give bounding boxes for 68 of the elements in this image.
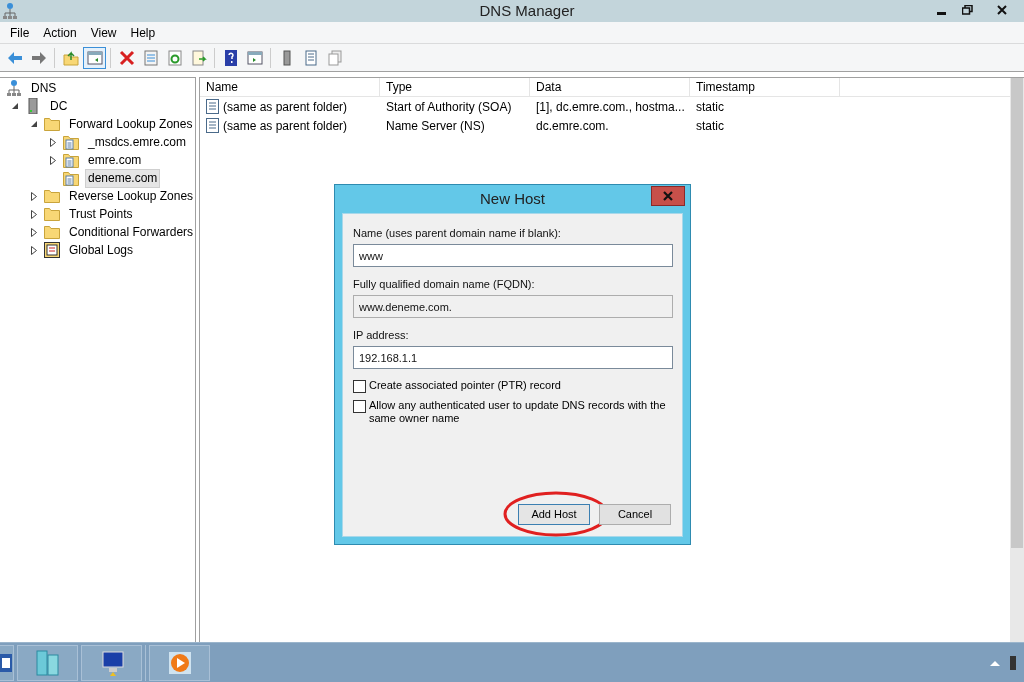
restore-icon bbox=[961, 5, 973, 15]
dialog-title: New Host bbox=[479, 188, 546, 209]
folder-icon bbox=[44, 207, 60, 221]
folder-document-icon bbox=[63, 134, 79, 150]
log-book-icon bbox=[44, 242, 60, 258]
close-icon bbox=[997, 5, 1007, 15]
expand-arrow-icon[interactable] bbox=[30, 191, 38, 201]
tree-item[interactable]: DNS bbox=[28, 78, 60, 98]
column-header[interactable]: Type bbox=[380, 78, 530, 96]
table-cell-text: [1], dc.emre.com., hostma... bbox=[536, 98, 685, 116]
table-cell-text: dc.emre.com. bbox=[536, 117, 609, 135]
column-header[interactable]: Timestamp bbox=[690, 78, 840, 96]
input-field[interactable]: www bbox=[353, 244, 673, 267]
network-icon bbox=[7, 80, 21, 96]
table-cell-text: Start of Authority (SOA) bbox=[386, 98, 512, 116]
record-icon bbox=[206, 99, 219, 114]
menu-item[interactable]: Action bbox=[37, 23, 83, 42]
table-cell-text: static bbox=[696, 98, 724, 116]
expand-arrow-icon[interactable] bbox=[30, 209, 38, 219]
expand-arrow-icon[interactable] bbox=[30, 227, 38, 237]
tree-item[interactable]: Forward Lookup Zones bbox=[66, 114, 196, 134]
tree-item[interactable]: Trust Points bbox=[66, 204, 136, 224]
field-label: IP address: bbox=[353, 328, 410, 342]
computer-icon[interactable] bbox=[81, 644, 142, 681]
expand-arrow-icon[interactable] bbox=[30, 245, 38, 255]
column-header[interactable]: Data bbox=[530, 78, 690, 96]
server-icon bbox=[28, 98, 38, 114]
folder-icon bbox=[44, 225, 60, 239]
tree-item[interactable]: Global Logs bbox=[66, 240, 137, 260]
tree-item[interactable]: emre.com bbox=[85, 150, 145, 170]
folder-document-icon bbox=[63, 170, 79, 186]
dialog-button[interactable]: Add Host bbox=[518, 504, 590, 525]
checkbox[interactable] bbox=[353, 400, 366, 413]
field-label: Name (uses parent domain name if blank): bbox=[353, 226, 562, 240]
checkbox[interactable] bbox=[353, 380, 366, 393]
tree-item[interactable]: Conditional Forwarders bbox=[66, 222, 197, 242]
tree-item[interactable]: DC bbox=[47, 96, 71, 116]
tree-item[interactable]: Reverse Lookup Zones bbox=[66, 186, 197, 206]
expand-arrow-icon[interactable] bbox=[49, 137, 57, 147]
expand-arrow-icon[interactable] bbox=[49, 155, 57, 165]
close-icon bbox=[663, 191, 673, 201]
console-tree-icon[interactable] bbox=[83, 46, 106, 69]
collapse-arrow-icon[interactable] bbox=[30, 120, 38, 128]
folder-document-icon bbox=[63, 152, 79, 168]
table-cell-text: static bbox=[696, 117, 724, 135]
checkbox-label: Create associated pointer (PTR) record bbox=[369, 379, 562, 392]
dialog-button[interactable]: Cancel bbox=[599, 504, 671, 525]
menu-item[interactable]: File bbox=[4, 23, 36, 42]
column-header[interactable]: Name bbox=[200, 78, 380, 96]
collapse-arrow-icon[interactable] bbox=[11, 102, 19, 110]
table-cell-text: (same as parent folder) bbox=[223, 117, 348, 135]
network-icon bbox=[3, 3, 17, 19]
table-cell-text: (same as parent folder) bbox=[223, 98, 348, 116]
tree-item[interactable]: deneme.com bbox=[85, 168, 161, 188]
close-button[interactable] bbox=[651, 186, 685, 206]
network-tray-icon[interactable] bbox=[1008, 655, 1018, 670]
folder-icon bbox=[44, 189, 60, 203]
window-title: DNS Manager bbox=[478, 0, 576, 21]
menu-item[interactable]: Help bbox=[124, 23, 162, 42]
table-cell-text: Name Server (NS) bbox=[386, 117, 485, 135]
record-icon bbox=[206, 118, 219, 133]
input-field[interactable]: 192.168.1.1 bbox=[353, 346, 673, 369]
folder-icon bbox=[44, 117, 60, 131]
field-label: Fully qualified domain name (FQDN): bbox=[353, 277, 536, 291]
menu-item[interactable]: View bbox=[84, 23, 123, 42]
caret-up-icon[interactable] bbox=[990, 659, 1000, 666]
checkbox-label: Allow any authenticated user to update DNS records with the same owner name bbox=[369, 399, 667, 425]
tree-item[interactable]: _msdcs.emre.com bbox=[85, 132, 190, 152]
